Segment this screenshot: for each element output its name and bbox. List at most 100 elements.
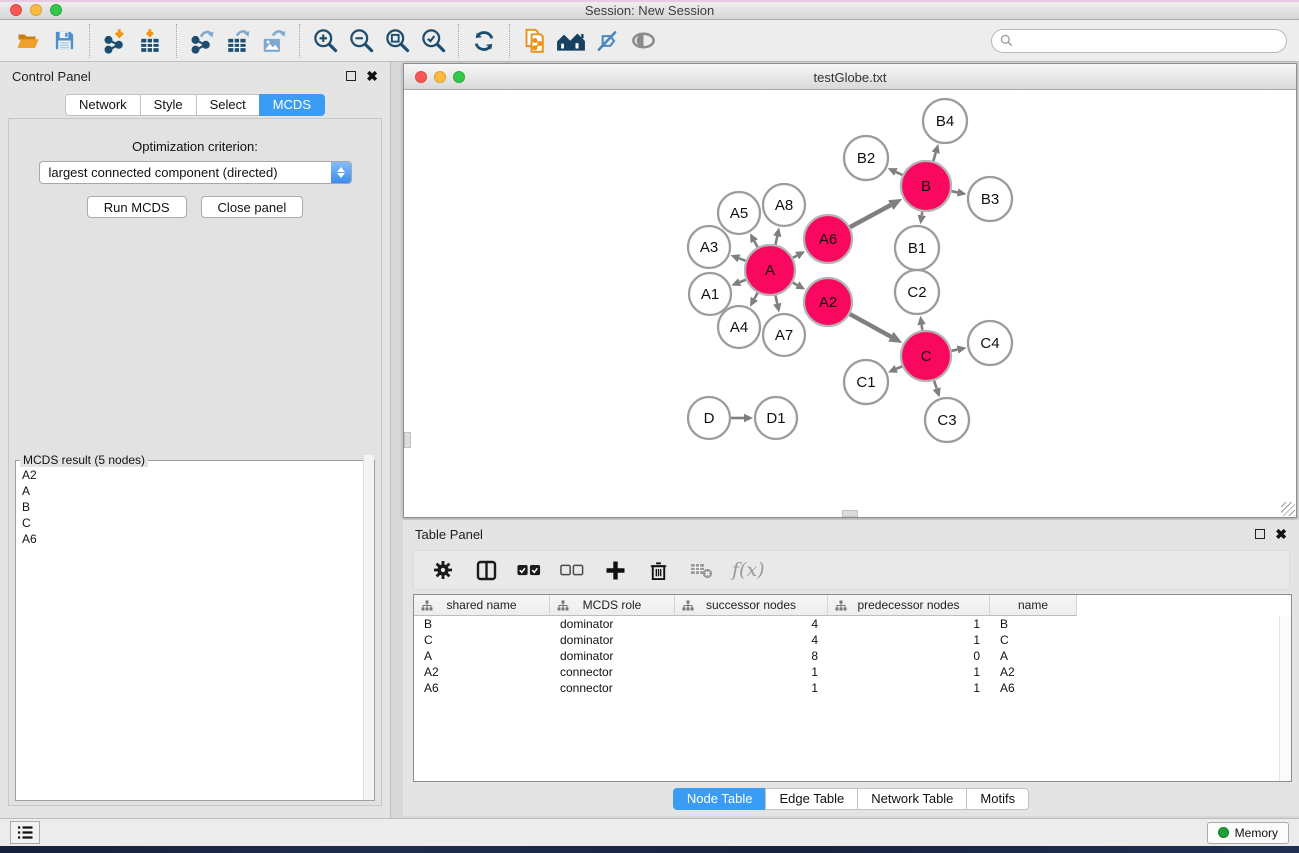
table-cell[interactable]: 1 (828, 632, 990, 648)
graph-node-A5[interactable]: A5 (718, 192, 760, 234)
graph-edge-B-B3[interactable] (951, 191, 957, 192)
mcds-result-scrollbar[interactable] (363, 455, 374, 800)
tab-network-table[interactable]: Network Table (857, 788, 967, 810)
table-row[interactable]: Adominator80A (414, 648, 1291, 664)
split-columns-button[interactable] (474, 558, 498, 582)
memory-button[interactable]: Memory (1207, 822, 1289, 844)
show-panels-button[interactable] (10, 821, 40, 844)
column-header-name[interactable]: name (990, 595, 1077, 616)
table-cell[interactable]: 4 (675, 632, 828, 648)
table-cell[interactable]: connector (550, 680, 675, 696)
graph-edge-A-A1[interactable] (740, 280, 746, 282)
network-close-button[interactable] (415, 71, 427, 83)
zoom-in-button[interactable] (307, 23, 343, 59)
graph-node-B3[interactable]: B3 (968, 177, 1012, 221)
table-cell[interactable]: A6 (414, 680, 550, 696)
graph-node-A6[interactable]: A6 (804, 215, 852, 263)
graph-edge-B-B2[interactable] (896, 172, 903, 175)
mcds-result-item[interactable]: A (16, 483, 374, 499)
graph-node-D1[interactable]: D1 (755, 397, 797, 439)
zoom-out-button[interactable] (343, 23, 379, 59)
run-mcds-button[interactable]: Run MCDS (87, 196, 187, 218)
graph-node-A[interactable]: A (745, 245, 795, 295)
graph-edge-A6-B[interactable] (850, 205, 891, 227)
mcds-result-item[interactable]: A6 (16, 531, 374, 547)
graph-node-B4[interactable]: B4 (923, 99, 967, 143)
column-header-mcds-role[interactable]: MCDS role (550, 595, 675, 616)
tab-node-table[interactable]: Node Table (673, 788, 767, 810)
graph-edge-C-C1[interactable] (896, 366, 902, 369)
network-canvas[interactable]: B4B2BB3A5A8A6A3B1AA1C2A2A4A7CC4C1C3DD1 (404, 90, 1296, 517)
graph-edge-A-A6[interactable] (793, 255, 797, 257)
graph-node-C3[interactable]: C3 (925, 398, 969, 442)
export-network-button[interactable] (184, 23, 220, 59)
graph-edge-A-A7[interactable] (775, 295, 777, 303)
graph-edge-A-A5[interactable] (754, 241, 757, 247)
node-table[interactable]: shared name MCDS role successor nodes pr… (413, 594, 1292, 782)
table-cell[interactable]: dominator (550, 616, 675, 632)
graph-node-B2[interactable]: B2 (844, 136, 888, 180)
table-cell[interactable]: A (990, 648, 1077, 664)
table-cell[interactable]: B (990, 616, 1077, 632)
column-header-predecessor-nodes[interactable]: predecessor nodes (828, 595, 990, 616)
table-row[interactable]: Bdominator41B (414, 616, 1291, 632)
table-cell[interactable]: 1 (675, 680, 828, 696)
mcds-result-list[interactable]: A2ABCA6 (16, 467, 374, 800)
table-cell[interactable]: connector (550, 664, 675, 680)
graph-node-C2[interactable]: C2 (895, 270, 939, 314)
delete-column-button[interactable] (646, 558, 670, 582)
close-table-panel-icon[interactable]: ✖ (1275, 529, 1287, 539)
table-cell[interactable]: 0 (828, 648, 990, 664)
column-header-shared-name[interactable]: shared name (414, 595, 550, 616)
graph-edge-C-C2[interactable] (922, 325, 923, 331)
graph-node-B[interactable]: B (901, 161, 951, 211)
refresh-view-button[interactable] (466, 23, 502, 59)
table-cell[interactable]: A2 (990, 664, 1077, 680)
function-builder-button[interactable]: f(x) (732, 559, 765, 581)
graph-node-C[interactable]: C (901, 331, 951, 381)
network-graph[interactable]: B4B2BB3A5A8A6A3B1AA1C2A2A4A7CC4C1C3DD1 (404, 90, 1296, 517)
tab-motifs[interactable]: Motifs (966, 788, 1029, 810)
graph-edge-A-A3[interactable] (739, 258, 746, 261)
tab-edge-table[interactable]: Edge Table (765, 788, 858, 810)
table-cell[interactable]: B (414, 616, 550, 632)
select-all-columns-button[interactable] (517, 558, 541, 582)
graph-edge-C-C4[interactable] (951, 350, 957, 351)
delete-table-button[interactable] (689, 558, 713, 582)
table-cell[interactable]: 1 (828, 680, 990, 696)
graph-edge-B-B1[interactable] (922, 212, 923, 216)
table-cell[interactable]: 1 (828, 616, 990, 632)
network-window-titlebar[interactable]: testGlobe.txt (404, 64, 1296, 90)
tab-select[interactable]: Select (196, 94, 260, 116)
close-panel-button[interactable]: Close panel (201, 196, 304, 218)
graph-edge-A2-C[interactable] (850, 314, 891, 337)
tab-mcds[interactable]: MCDS (259, 94, 325, 116)
graph-node-A4[interactable]: A4 (718, 306, 760, 348)
network-from-file-button[interactable] (517, 23, 553, 59)
graph-edge-B-B4[interactable] (933, 153, 935, 161)
tab-style[interactable]: Style (140, 94, 197, 116)
open-session-button[interactable] (10, 23, 46, 59)
table-cell[interactable]: dominator (550, 648, 675, 664)
add-column-button[interactable] (603, 558, 627, 582)
table-cell[interactable]: C (414, 632, 550, 648)
close-panel-icon[interactable]: ✖ (366, 71, 378, 81)
table-cell[interactable]: 4 (675, 616, 828, 632)
graph-node-C1[interactable]: C1 (844, 360, 888, 404)
search-box[interactable] (991, 29, 1287, 53)
mcds-result-item[interactable]: C (16, 515, 374, 531)
export-table-button[interactable] (220, 23, 256, 59)
graph-edge-A-A4[interactable] (754, 293, 757, 299)
table-cell[interactable]: 8 (675, 648, 828, 664)
zoom-fit-button[interactable] (379, 23, 415, 59)
save-session-button[interactable] (46, 23, 82, 59)
graph-edge-A-A2[interactable] (793, 283, 798, 286)
import-network-button[interactable] (97, 23, 133, 59)
table-cell[interactable]: 1 (675, 664, 828, 680)
graph-node-A2[interactable]: A2 (804, 278, 852, 326)
home-button[interactable] (553, 23, 589, 59)
show-graphics-details-button[interactable] (625, 23, 661, 59)
deselect-all-columns-button[interactable] (560, 558, 584, 582)
mcds-result-item[interactable]: A2 (16, 467, 374, 483)
graph-node-A1[interactable]: A1 (689, 273, 731, 315)
